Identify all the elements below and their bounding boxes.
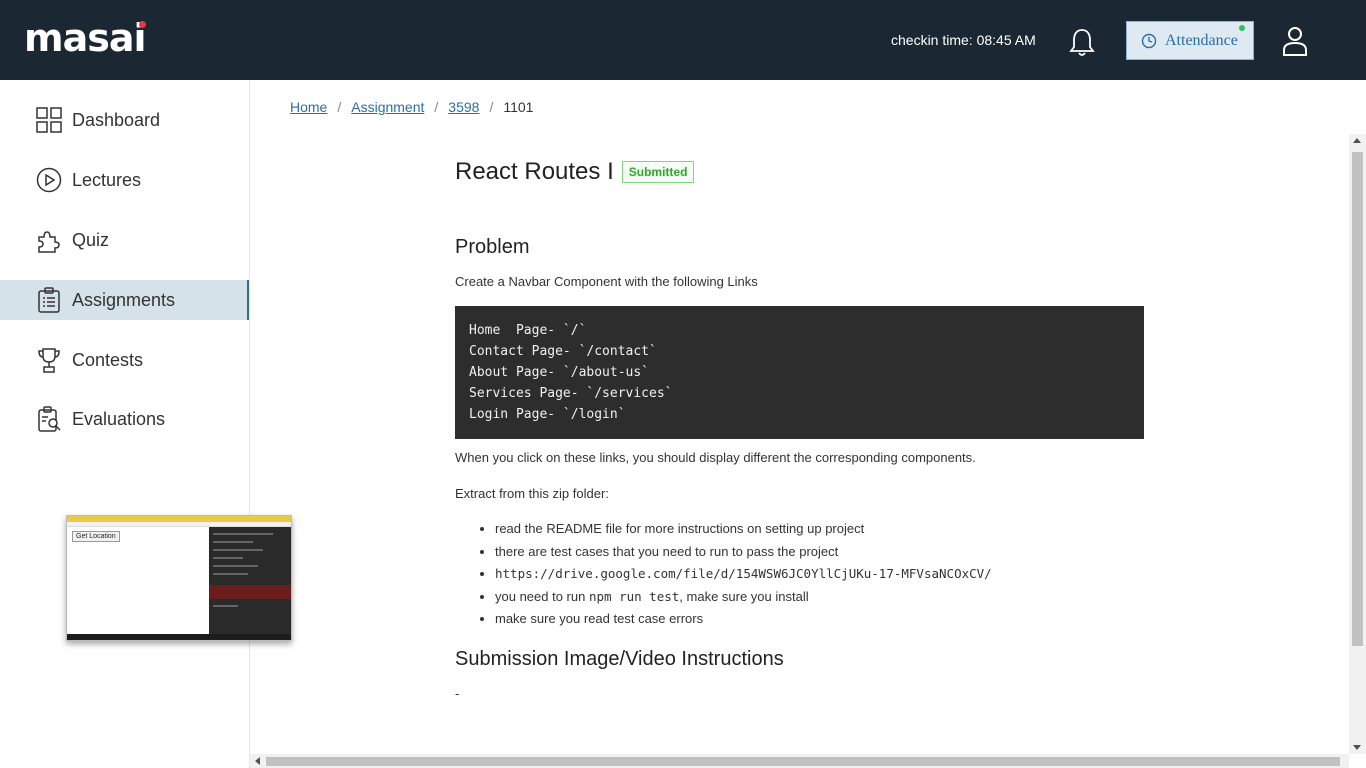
clock-icon — [1141, 33, 1157, 48]
bell-icon[interactable] — [1068, 27, 1096, 57]
problem-intro: Create a Navbar Component with the follo… — [455, 274, 758, 289]
list-item: you need to run npm run test, make sure … — [495, 588, 992, 611]
scroll-up-arrow[interactable] — [1353, 138, 1361, 143]
click-instructions: When you click on these links, you shoul… — [455, 450, 976, 465]
title-row: React Routes I Submitted — [455, 158, 695, 186]
breadcrumb-id-link[interactable]: 3598 — [448, 99, 479, 115]
instruction-list: read the README file for more instructio… — [495, 520, 992, 633]
sidebar-item-dashboard[interactable]: Dashboard — [0, 100, 249, 140]
list-item: https://drive.google.com/file/d/154WSW6J… — [495, 565, 992, 588]
breadcrumb-separator: / — [489, 99, 494, 115]
grid-icon — [36, 107, 62, 133]
scroll-left-arrow[interactable] — [255, 757, 260, 765]
vertical-scrollbar[interactable] — [1349, 134, 1366, 754]
play-circle-icon — [36, 167, 62, 193]
sidebar-item-label: Lectures — [72, 169, 142, 190]
evaluation-icon — [38, 406, 61, 432]
sidebar-item-label: Assignments — [72, 289, 176, 310]
sidebar-item-lectures[interactable]: Lectures — [0, 160, 249, 200]
breadcrumb-home-link[interactable]: Home — [290, 99, 327, 115]
preview-taskbar — [67, 634, 291, 640]
sidebar-item-assignments[interactable]: Assignments — [0, 280, 249, 320]
breadcrumb-separator: / — [434, 99, 439, 115]
trophy-icon — [38, 348, 60, 373]
code-line: About Page- `/about-us` — [469, 365, 650, 380]
submission-heading: Submission Image/Video Instructions — [455, 648, 784, 670]
user-icon[interactable] — [1282, 26, 1308, 56]
vertical-scroll-thumb[interactable] — [1352, 152, 1363, 646]
logo-dot — [138, 21, 146, 28]
preview-page: Get Location — [67, 527, 209, 635]
breadcrumb: Home / Assignment / 3598 / 1101 — [290, 99, 533, 115]
sidebar-item-label: Evaluations — [72, 408, 166, 429]
attendance-status-dot — [1239, 25, 1245, 31]
top-bar: masai checkin time: 08:45 AM Attendance — [0, 0, 1366, 80]
sidebar-item-label: Quiz — [72, 229, 110, 250]
code-line: Home Page- `/` — [469, 323, 587, 338]
attendance-label: Attendance — [1165, 31, 1238, 49]
submission-text: - — [455, 686, 460, 701]
sidebar: Dashboard Lectures Quiz Assignments Cont… — [0, 80, 292, 768]
drive-link[interactable]: https://drive.google.com/file/d/154WSW6J… — [495, 566, 992, 581]
breadcrumb-assignment-link[interactable]: Assignment — [351, 99, 424, 115]
code-line: Login Page- `/login` — [469, 407, 626, 422]
breadcrumb-separator: / — [337, 99, 342, 115]
page-title: React Routes I — [455, 158, 614, 185]
horizontal-scrollbar[interactable] — [250, 754, 1349, 768]
preview-devtools — [209, 527, 291, 635]
sidebar-item-contests[interactable]: Contests — [0, 340, 249, 380]
horizontal-scroll-thumb[interactable] — [266, 757, 1340, 766]
masai-logo[interactable]: masai — [24, 16, 147, 60]
preview-error-block — [209, 585, 291, 599]
sidebar-item-label: Contests — [72, 349, 144, 370]
list-item: there are test cases that you need to ru… — [495, 543, 992, 566]
code-line: Contact Page- `/contact` — [469, 344, 657, 359]
screen-preview-thumbnail[interactable]: Get Location — [66, 515, 292, 641]
attendance-button[interactable]: Attendance — [1126, 21, 1254, 60]
sidebar-item-evaluations[interactable]: Evaluations — [0, 399, 249, 439]
checkin-time: checkin time: 08:45 AM — [891, 32, 1036, 48]
clipboard-icon — [38, 287, 60, 313]
extract-instructions: Extract from this zip folder: — [455, 486, 609, 501]
problem-heading: Problem — [455, 236, 530, 258]
sidebar-item-label: Dashboard — [72, 109, 161, 130]
list-item: read the README file for more instructio… — [495, 520, 992, 543]
inline-code: npm run test — [588, 588, 680, 604]
preview-get-location-button: Get Location — [72, 531, 120, 542]
puzzle-icon — [38, 231, 60, 253]
status-badge: Submitted — [621, 161, 695, 183]
list-item: make sure you read test case errors — [495, 610, 992, 633]
scroll-down-arrow[interactable] — [1353, 745, 1361, 750]
breadcrumb-current: 1101 — [503, 99, 534, 115]
code-block: Home Page- `/` Contact Page- `/contact` … — [455, 306, 1144, 439]
code-line: Services Page- `/services` — [469, 386, 673, 401]
sidebar-item-quiz[interactable]: Quiz — [0, 220, 249, 260]
